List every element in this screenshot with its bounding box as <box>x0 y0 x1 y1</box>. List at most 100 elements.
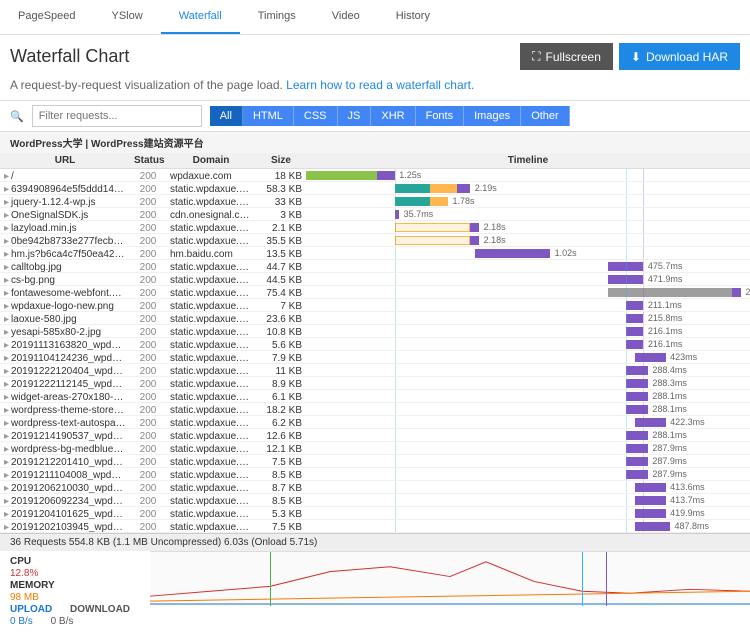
timeline-cell[interactable]: 288.3ms <box>306 377 750 390</box>
url-cell[interactable]: ▸20191211104008_wpdaxue_co... <box>0 468 130 481</box>
timeline-cell[interactable]: 1.02s <box>306 247 750 260</box>
url-cell[interactable]: ▸wpdaxue-logo-new.png <box>0 299 130 312</box>
timeline-cell[interactable]: 2.18s <box>306 221 750 234</box>
url-cell[interactable]: ▸20191222120404_wpdaxue_co... <box>0 364 130 377</box>
url-cell[interactable]: ▸0be942b8733e277fecb0db4ea... <box>0 234 130 247</box>
mem-value: 98 MB <box>10 592 140 603</box>
timeline-cell[interactable]: 2.18s <box>306 234 750 247</box>
col-size[interactable]: Size <box>256 153 306 169</box>
timeline-cell[interactable]: 2.15s <box>306 286 750 299</box>
filter-input[interactable] <box>32 105 202 127</box>
filter-other[interactable]: Other <box>521 106 570 126</box>
timeline-cell[interactable]: 1.25s <box>306 169 750 182</box>
url-cell[interactable]: ▸20191214190537_wpdaxue_co... <box>0 429 130 442</box>
timeline-cell[interactable]: 288.4ms <box>306 364 750 377</box>
domain-cell: static.wpdaxue.com <box>166 442 256 455</box>
timeline-cell[interactable]: 487.8ms <box>306 520 750 533</box>
fullscreen-button[interactable]: ⛶ Fullscreen <box>520 43 613 70</box>
col-url[interactable]: URL <box>0 153 130 169</box>
url-cell[interactable]: ▸jquery-1.12.4-wp.js <box>0 195 130 208</box>
tab-waterfall[interactable]: Waterfall <box>161 0 240 34</box>
url-cell[interactable]: ▸20191113163820_wpdaxue_co... <box>0 338 130 351</box>
timeline-cell[interactable]: 287.9ms <box>306 442 750 455</box>
main-tabs: PageSpeedYSlowWaterfallTimingsVideoHisto… <box>0 0 750 35</box>
tab-timings[interactable]: Timings <box>240 0 314 34</box>
waterfall-table: URL Status Domain Size Timeline ▸/200wpd… <box>0 153 750 533</box>
size-cell: 58.3 KB <box>256 182 306 195</box>
url-cell[interactable]: ▸/ <box>0 169 130 182</box>
url-cell[interactable]: ▸20191104124236_wpdaxue_co... <box>0 351 130 364</box>
timeline-cell[interactable]: 215.8ms <box>306 312 750 325</box>
timeline-cell[interactable]: 413.7ms <box>306 494 750 507</box>
size-cell: 35.5 KB <box>256 234 306 247</box>
timeline-cell[interactable]: 211.1ms <box>306 299 750 312</box>
url-cell[interactable]: ▸calltobg.jpg <box>0 260 130 273</box>
tab-yslow[interactable]: YSlow <box>94 0 161 34</box>
size-cell: 5.6 KB <box>256 338 306 351</box>
url-cell[interactable]: ▸hm.js?b6ca4c7f50ea42579ccb... <box>0 247 130 260</box>
timeline-cell[interactable]: 422.3ms <box>306 416 750 429</box>
timeline-cell[interactable]: 216.1ms <box>306 325 750 338</box>
timeline-cell[interactable]: 288.1ms <box>306 429 750 442</box>
tab-history[interactable]: History <box>378 0 448 34</box>
filter-images[interactable]: Images <box>464 106 521 126</box>
url-cell[interactable]: ▸lazyload.min.js <box>0 221 130 234</box>
url-cell[interactable]: ▸cs-bg.png <box>0 273 130 286</box>
timeline-cell[interactable]: 419.9ms <box>306 507 750 520</box>
filter-fonts[interactable]: Fonts <box>416 106 465 126</box>
url-cell[interactable]: ▸OneSignalSDK.js <box>0 208 130 221</box>
url-cell[interactable]: ▸laoxue-580.jpg <box>0 312 130 325</box>
url-cell[interactable]: ▸20191204101625_wpdaxue_co... <box>0 507 130 520</box>
status-cell: 200 <box>130 234 166 247</box>
download-har-button[interactable]: ⬇ Download HAR <box>619 43 740 70</box>
domain-cell: static.wpdaxue.com <box>166 507 256 520</box>
url-cell[interactable]: ▸20191206210030_wpdaxue_co... <box>0 481 130 494</box>
timeline-cell[interactable]: 2.19s <box>306 182 750 195</box>
status-cell: 200 <box>130 169 166 182</box>
url-cell[interactable]: ▸wordpress-bg-medblue-270x1... <box>0 442 130 455</box>
domain-cell: static.wpdaxue.com <box>166 351 256 364</box>
timeline-cell[interactable]: 35.7ms <box>306 208 750 221</box>
filter-css[interactable]: CSS <box>294 106 338 126</box>
timeline-cell[interactable]: 1.78s <box>306 195 750 208</box>
domain-cell: static.wpdaxue.com <box>166 195 256 208</box>
learn-link[interactable]: Learn how to read a waterfall chart. <box>286 78 474 92</box>
url-cell[interactable]: ▸6394908964e5f5ddd1441f8fa5... <box>0 182 130 195</box>
size-cell: 6.2 KB <box>256 416 306 429</box>
timeline-cell[interactable]: 216.1ms <box>306 338 750 351</box>
download-icon: ⬇ <box>631 50 641 64</box>
timeline-cell[interactable]: 287.9ms <box>306 455 750 468</box>
col-domain[interactable]: Domain <box>166 153 256 169</box>
url-cell[interactable]: ▸yesapi-585x80-2.jpg <box>0 325 130 338</box>
filter-xhr[interactable]: XHR <box>371 106 415 126</box>
url-cell[interactable]: ▸20191202103945_wpdaxue_co... <box>0 520 130 533</box>
size-cell: 44.5 KB <box>256 273 306 286</box>
timeline-cell[interactable]: 287.9ms <box>306 468 750 481</box>
status-cell: 200 <box>130 221 166 234</box>
col-timeline[interactable]: Timeline <box>306 153 750 169</box>
timeline-cell[interactable]: 475.7ms <box>306 260 750 273</box>
url-cell[interactable]: ▸widget-areas-270x180-c.jpg <box>0 390 130 403</box>
timeline-cell[interactable]: 288.1ms <box>306 390 750 403</box>
filter-html[interactable]: HTML <box>243 106 294 126</box>
tab-pagespeed[interactable]: PageSpeed <box>0 0 94 34</box>
desc-text: A request-by-request visualization of th… <box>10 78 286 92</box>
summary-bar: 36 Requests 554.8 KB (1.1 MB Uncompresse… <box>0 533 750 551</box>
col-status[interactable]: Status <box>130 153 166 169</box>
filter-all[interactable]: All <box>210 106 243 126</box>
timeline-cell[interactable]: 413.6ms <box>306 481 750 494</box>
url-cell[interactable]: ▸fontawesome-webfont.woff2?... <box>0 286 130 299</box>
size-cell: 33 KB <box>256 195 306 208</box>
tab-video[interactable]: Video <box>314 0 378 34</box>
timeline-cell[interactable]: 288.1ms <box>306 403 750 416</box>
url-cell[interactable]: ▸20191212201410_wpdaxue_co... <box>0 455 130 468</box>
status-cell: 200 <box>130 507 166 520</box>
url-cell[interactable]: ▸20191222112145_wpdaxue_co... <box>0 377 130 390</box>
timeline-cell[interactable]: 423ms <box>306 351 750 364</box>
url-cell[interactable]: ▸20191206092234_wpdaxue_co... <box>0 494 130 507</box>
url-cell[interactable]: ▸wordpress-text-autospace-20... <box>0 416 130 429</box>
url-cell[interactable]: ▸wordpress-theme-storeys-pro... <box>0 403 130 416</box>
timeline-cell[interactable]: 471.9ms <box>306 273 750 286</box>
status-cell: 200 <box>130 364 166 377</box>
filter-js[interactable]: JS <box>338 106 372 126</box>
